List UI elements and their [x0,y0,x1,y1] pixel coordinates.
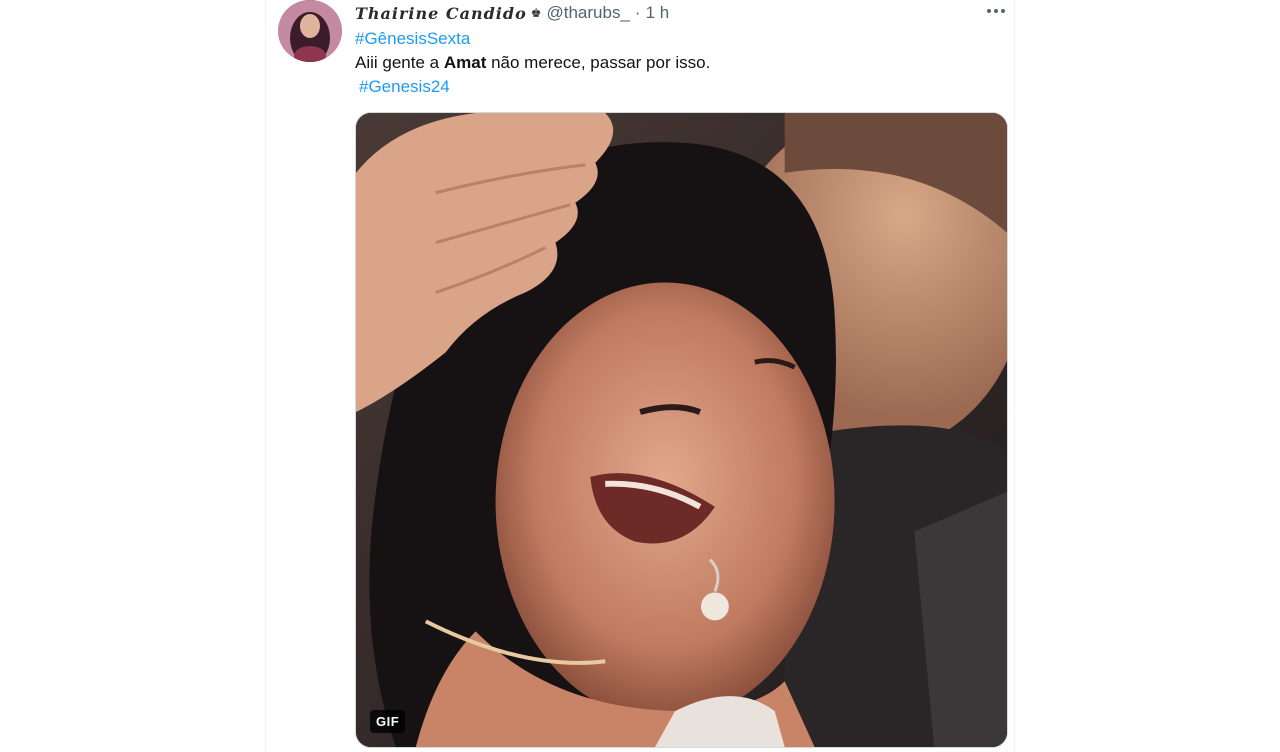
page: Thairine Candido ♚ @tharubs_ · 1 h #Gêne… [0,0,1280,752]
tweet-header: Thairine Candido ♚ @tharubs_ · 1 h [355,2,669,24]
tweet-text-suffix: não merece, passar por isso. [486,53,711,72]
timestamp[interactable]: 1 h [646,3,670,23]
separator-dot: · [634,3,641,22]
tweet-text-bold: Amat [443,53,487,72]
right-margin [1015,0,1280,752]
display-name[interactable]: Thairine Candido [355,4,527,23]
tweet-text-line-1: #GênesisSexta [355,28,470,50]
tweet-text-line-2: Aiii gente a Amat não merece, passar por… [355,52,710,74]
tweet-text-line-3: #Genesis24 [359,76,450,98]
hashtag-link-genesissexta[interactable]: #GênesisSexta [355,29,470,48]
left-margin [0,0,265,752]
hashtag-link-genesis24[interactable]: #Genesis24 [359,77,450,96]
user-handle[interactable]: @tharubs_ [547,3,630,23]
tweet-text-prefix: Aiii gente a [355,53,444,72]
more-horizontal-icon [987,9,991,13]
crown-icon: ♚ [530,6,542,20]
gif-image [356,113,1007,747]
avatar-image [278,0,342,62]
avatar[interactable] [278,0,342,62]
more-horizontal-icon [994,9,998,13]
tweet-gif-media[interactable]: GIF [355,112,1008,748]
more-options-button[interactable] [982,0,1010,22]
more-horizontal-icon [1001,9,1005,13]
gif-badge: GIF [370,710,406,733]
